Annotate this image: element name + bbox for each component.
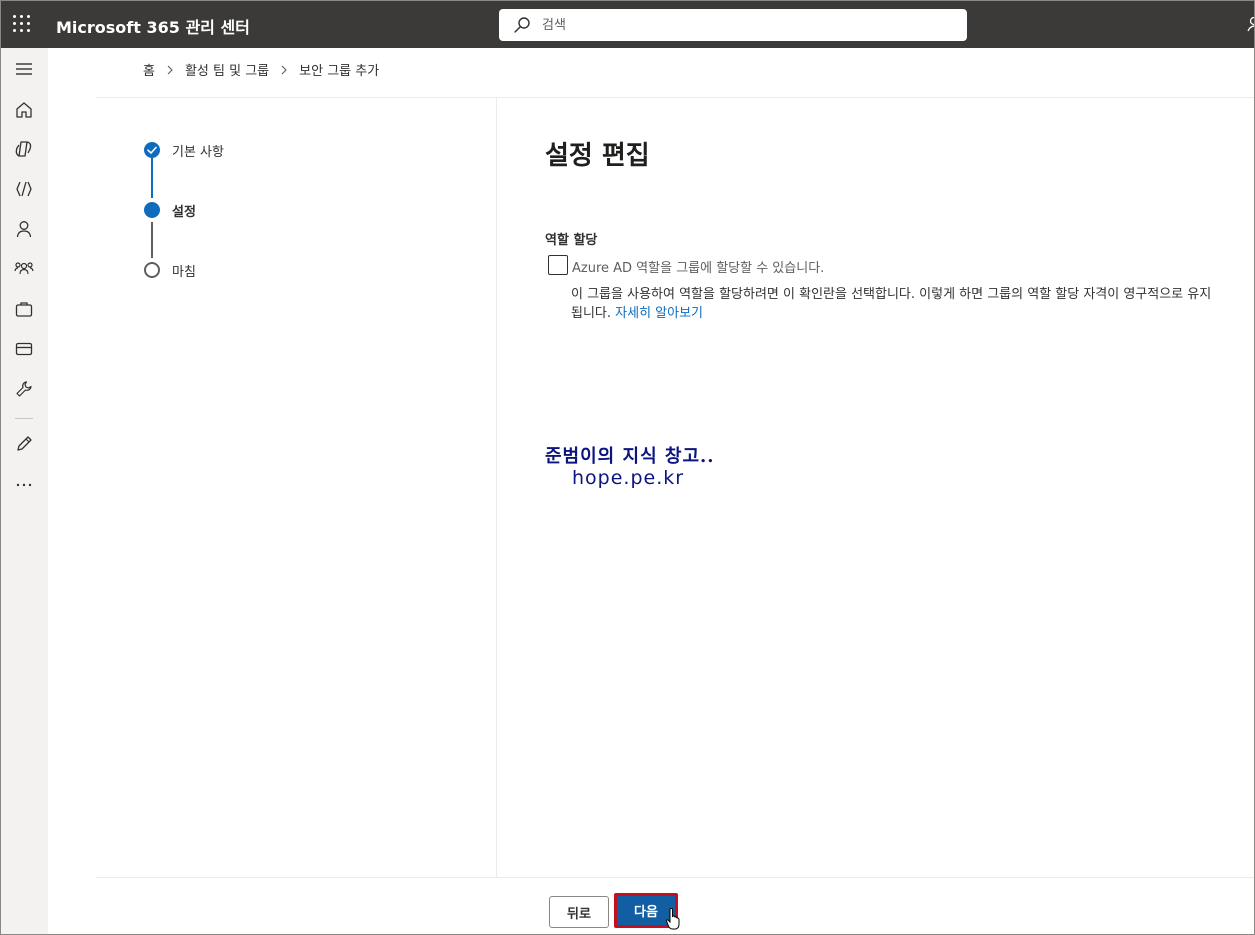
step-completed-indicator — [144, 142, 160, 158]
step-settings[interactable]: 설정 — [172, 201, 196, 220]
role-assignable-checkbox-label[interactable]: Azure AD 역할을 그룹에 할당할 수 있습니다. — [572, 257, 824, 276]
app-window: Microsoft 365 관리 센터 검색 홈 활성 팀 및 그룹 보안 그룹… — [0, 0, 1255, 935]
chevron-right-icon — [281, 65, 287, 74]
home-icon[interactable] — [14, 100, 34, 120]
app-title[interactable]: Microsoft 365 관리 센터 — [56, 14, 250, 38]
viva-icon[interactable] — [14, 179, 34, 199]
role-assignable-checkbox[interactable] — [548, 255, 568, 275]
back-button[interactable]: 뒤로 — [549, 896, 609, 928]
step-current-indicator — [144, 202, 160, 218]
step-basics[interactable]: 기본 사항 — [172, 141, 224, 160]
copilot-icon[interactable] — [14, 139, 34, 159]
search-icon — [514, 17, 530, 33]
page-title: 설정 편집 — [545, 141, 650, 171]
breadcrumb-current: 보안 그룹 추가 — [299, 64, 380, 79]
search-input[interactable] — [542, 9, 942, 41]
user-icon[interactable] — [14, 219, 34, 239]
groups-icon[interactable] — [14, 259, 34, 279]
panel-divider — [496, 98, 497, 877]
help-text-line1: 이 그룹을 사용하여 역할을 할당하려면 이 확인란을 선택합니다. 이렇게 하… — [571, 287, 1212, 302]
billing-icon[interactable] — [14, 339, 34, 359]
header-divider — [96, 97, 1254, 98]
app-launcher-icon[interactable] — [13, 15, 31, 33]
step-finish: 마침 — [172, 265, 196, 280]
account-icon[interactable] — [1246, 15, 1255, 33]
learn-more-link[interactable]: 자세히 알아보기 — [615, 306, 703, 321]
wrench-icon[interactable] — [14, 379, 34, 399]
watermark-text: 준범이의 지식 창고.. — [545, 446, 715, 467]
nav-separator — [15, 418, 33, 419]
breadcrumb: 홈 활성 팀 및 그룹 보안 그룹 추가 — [143, 60, 379, 79]
top-bar: Microsoft 365 관리 센터 — [1, 1, 1254, 48]
briefcase-icon[interactable] — [14, 299, 34, 319]
step-connector — [151, 222, 153, 258]
chevron-right-icon — [167, 65, 173, 74]
breadcrumb-home[interactable]: 홈 — [143, 60, 155, 79]
step-pending-indicator — [144, 262, 160, 278]
role-assignment-heading: 역할 할당 — [545, 233, 598, 248]
left-navigation — [1, 48, 48, 934]
more-icon[interactable] — [14, 474, 34, 494]
footer-divider — [96, 877, 1254, 878]
checkmark-icon — [147, 146, 157, 154]
breadcrumb-active-teams-groups[interactable]: 활성 팀 및 그룹 — [185, 60, 269, 79]
step-connector — [151, 158, 153, 198]
role-assignment-help-text: 이 그룹을 사용하여 역할을 할당하려면 이 확인란을 선택합니다. 이렇게 하… — [571, 285, 1254, 323]
help-text-line2-prefix: 됩니다. — [571, 306, 616, 321]
help-text-line2: 됩니다. 자세히 알아보기 — [571, 304, 1254, 323]
watermark-url: hope.pe.kr — [572, 467, 685, 489]
menu-icon[interactable] — [14, 59, 34, 79]
hand-cursor-icon — [665, 908, 680, 930]
pencil-icon[interactable] — [14, 434, 34, 454]
search-box[interactable] — [499, 9, 967, 41]
